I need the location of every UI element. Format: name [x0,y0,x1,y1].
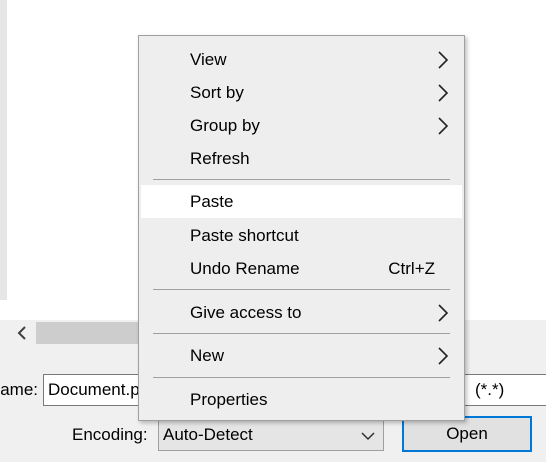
chevron-left-icon [17,326,26,340]
menu-item-properties[interactable]: Properties [141,383,462,416]
menu-item-give-access-to[interactable]: Give access to [141,296,462,329]
menu-item-undo-rename[interactable]: Undo Rename Ctrl+Z [141,252,462,285]
chevron-right-icon [438,84,449,102]
file-name-label: ame: [0,380,38,399]
open-button[interactable]: Open [402,416,532,452]
menu-item-label: View [190,49,227,69]
menu-separator [153,333,450,334]
menu-item-group-by[interactable]: Group by [141,109,462,142]
chevron-down-icon [361,432,375,441]
chevron-right-icon [438,51,449,69]
menu-item-label: Undo Rename [190,258,300,278]
menu-item-label: Refresh [190,148,250,168]
menu-separator [153,377,450,378]
menu-item-refresh[interactable]: Refresh [141,142,462,175]
menu-item-label: Sort by [190,82,244,102]
menu-separator [153,179,450,180]
menu-item-label: Group by [190,115,260,135]
chevron-right-icon [438,347,449,365]
menu-item-label: New [190,345,225,365]
menu-item-new[interactable]: New [141,339,462,372]
encoding-value: Auto-Detect [163,425,253,444]
menu-item-label: Give access to [190,302,302,322]
encoding-label: Encoding: [72,425,148,444]
context-menu: View Sort by Group by Refresh Paste Past… [138,35,465,421]
encoding-select[interactable]: Auto-Detect [158,419,384,451]
chevron-right-icon [438,304,449,322]
menu-item-paste[interactable]: Paste [141,185,462,218]
menu-item-shortcut: Ctrl+Z [388,258,435,278]
menu-item-label: Properties [190,389,268,409]
navigation-pane-edge [0,0,7,300]
scrollbar-thumb[interactable] [36,322,146,344]
menu-item-label: Paste [190,191,234,211]
menu-item-paste-shortcut[interactable]: Paste shortcut [141,219,462,252]
chevron-right-icon [438,117,449,135]
menu-item-view[interactable]: View [141,43,462,76]
menu-item-sort-by[interactable]: Sort by [141,76,462,109]
menu-item-label: Paste shortcut [190,225,299,245]
menu-separator [153,289,450,290]
scroll-left-button[interactable] [10,322,34,344]
